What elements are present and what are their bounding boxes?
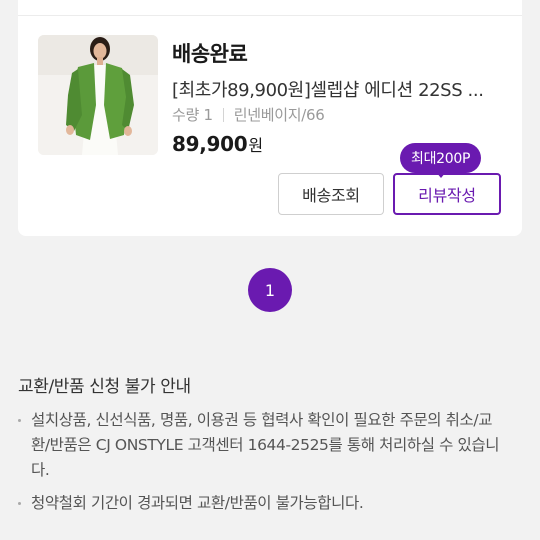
- notice-item: 청약철회 기간이 경과되면 교환/반품이 불가능합니다.: [18, 491, 508, 516]
- notice-item: 설치상품, 신선식품, 명품, 이용권 등 협력사 확인이 필요한 주문의 취소…: [18, 408, 508, 483]
- option-separator: [222, 107, 224, 122]
- product-options: 수량 1 린넨베이지/66: [172, 104, 325, 125]
- bullet-icon: [18, 502, 21, 505]
- bullet-icon: [18, 419, 21, 422]
- quantity-label: 수량 1: [172, 106, 213, 124]
- notice-item-text: 설치상품, 신선식품, 명품, 이용권 등 협력사 확인이 필요한 주문의 취소…: [31, 411, 500, 479]
- option-label: 린넨베이지/66: [233, 106, 325, 124]
- delivery-status: 배송완료: [172, 42, 248, 66]
- price-value: 89,900: [172, 132, 248, 156]
- pagination-current-page[interactable]: 1: [248, 268, 292, 312]
- price-unit: 원: [248, 136, 263, 155]
- product-price: 89,900원: [172, 132, 263, 156]
- track-delivery-button[interactable]: 배송조회: [278, 173, 384, 215]
- product-title[interactable]: [최초가89,900원]셀렙샵 에디션 22SS ...: [172, 76, 502, 102]
- product-thumbnail[interactable]: [38, 35, 158, 155]
- notice-item-text: 청약철회 기간이 경과되면 교환/반품이 불가능합니다.: [31, 494, 364, 512]
- notice-title: 교환/반품 신청 불가 안내: [18, 377, 191, 397]
- card-divider: [18, 15, 522, 16]
- write-review-button[interactable]: 리뷰작성: [393, 173, 501, 215]
- notice-list: 설치상품, 신선식품, 명품, 이용권 등 협력사 확인이 필요한 주문의 취소…: [18, 408, 508, 524]
- review-points-badge: 최대200P: [400, 143, 482, 178]
